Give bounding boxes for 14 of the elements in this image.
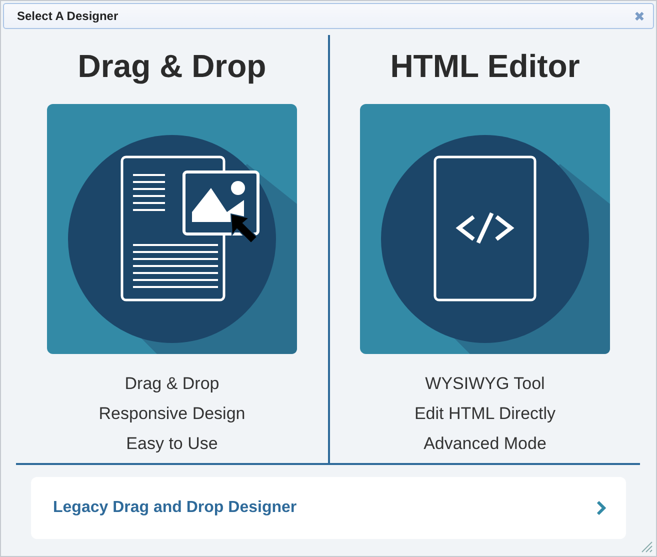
feature-text: Drag & Drop [124,373,220,395]
feature-text: WYSIWYG Tool [425,373,545,395]
resize-grip-icon[interactable] [641,541,653,553]
feature-text: Edit HTML Directly [414,403,556,425]
legacy-designer-button[interactable]: Legacy Drag and Drop Designer [31,477,626,539]
code-file-icon [360,104,610,354]
chevron-right-icon [596,500,606,516]
feature-text: Easy to Use [126,433,218,455]
window-title: Select A Designer [17,9,118,23]
designer-title[interactable]: HTML Editor [390,47,580,85]
feature-text: Responsive Design [98,403,246,425]
document-image-icon [47,104,297,354]
feature-text: Advanced Mode [424,433,546,455]
designer-title[interactable]: Drag & Drop [78,47,266,85]
